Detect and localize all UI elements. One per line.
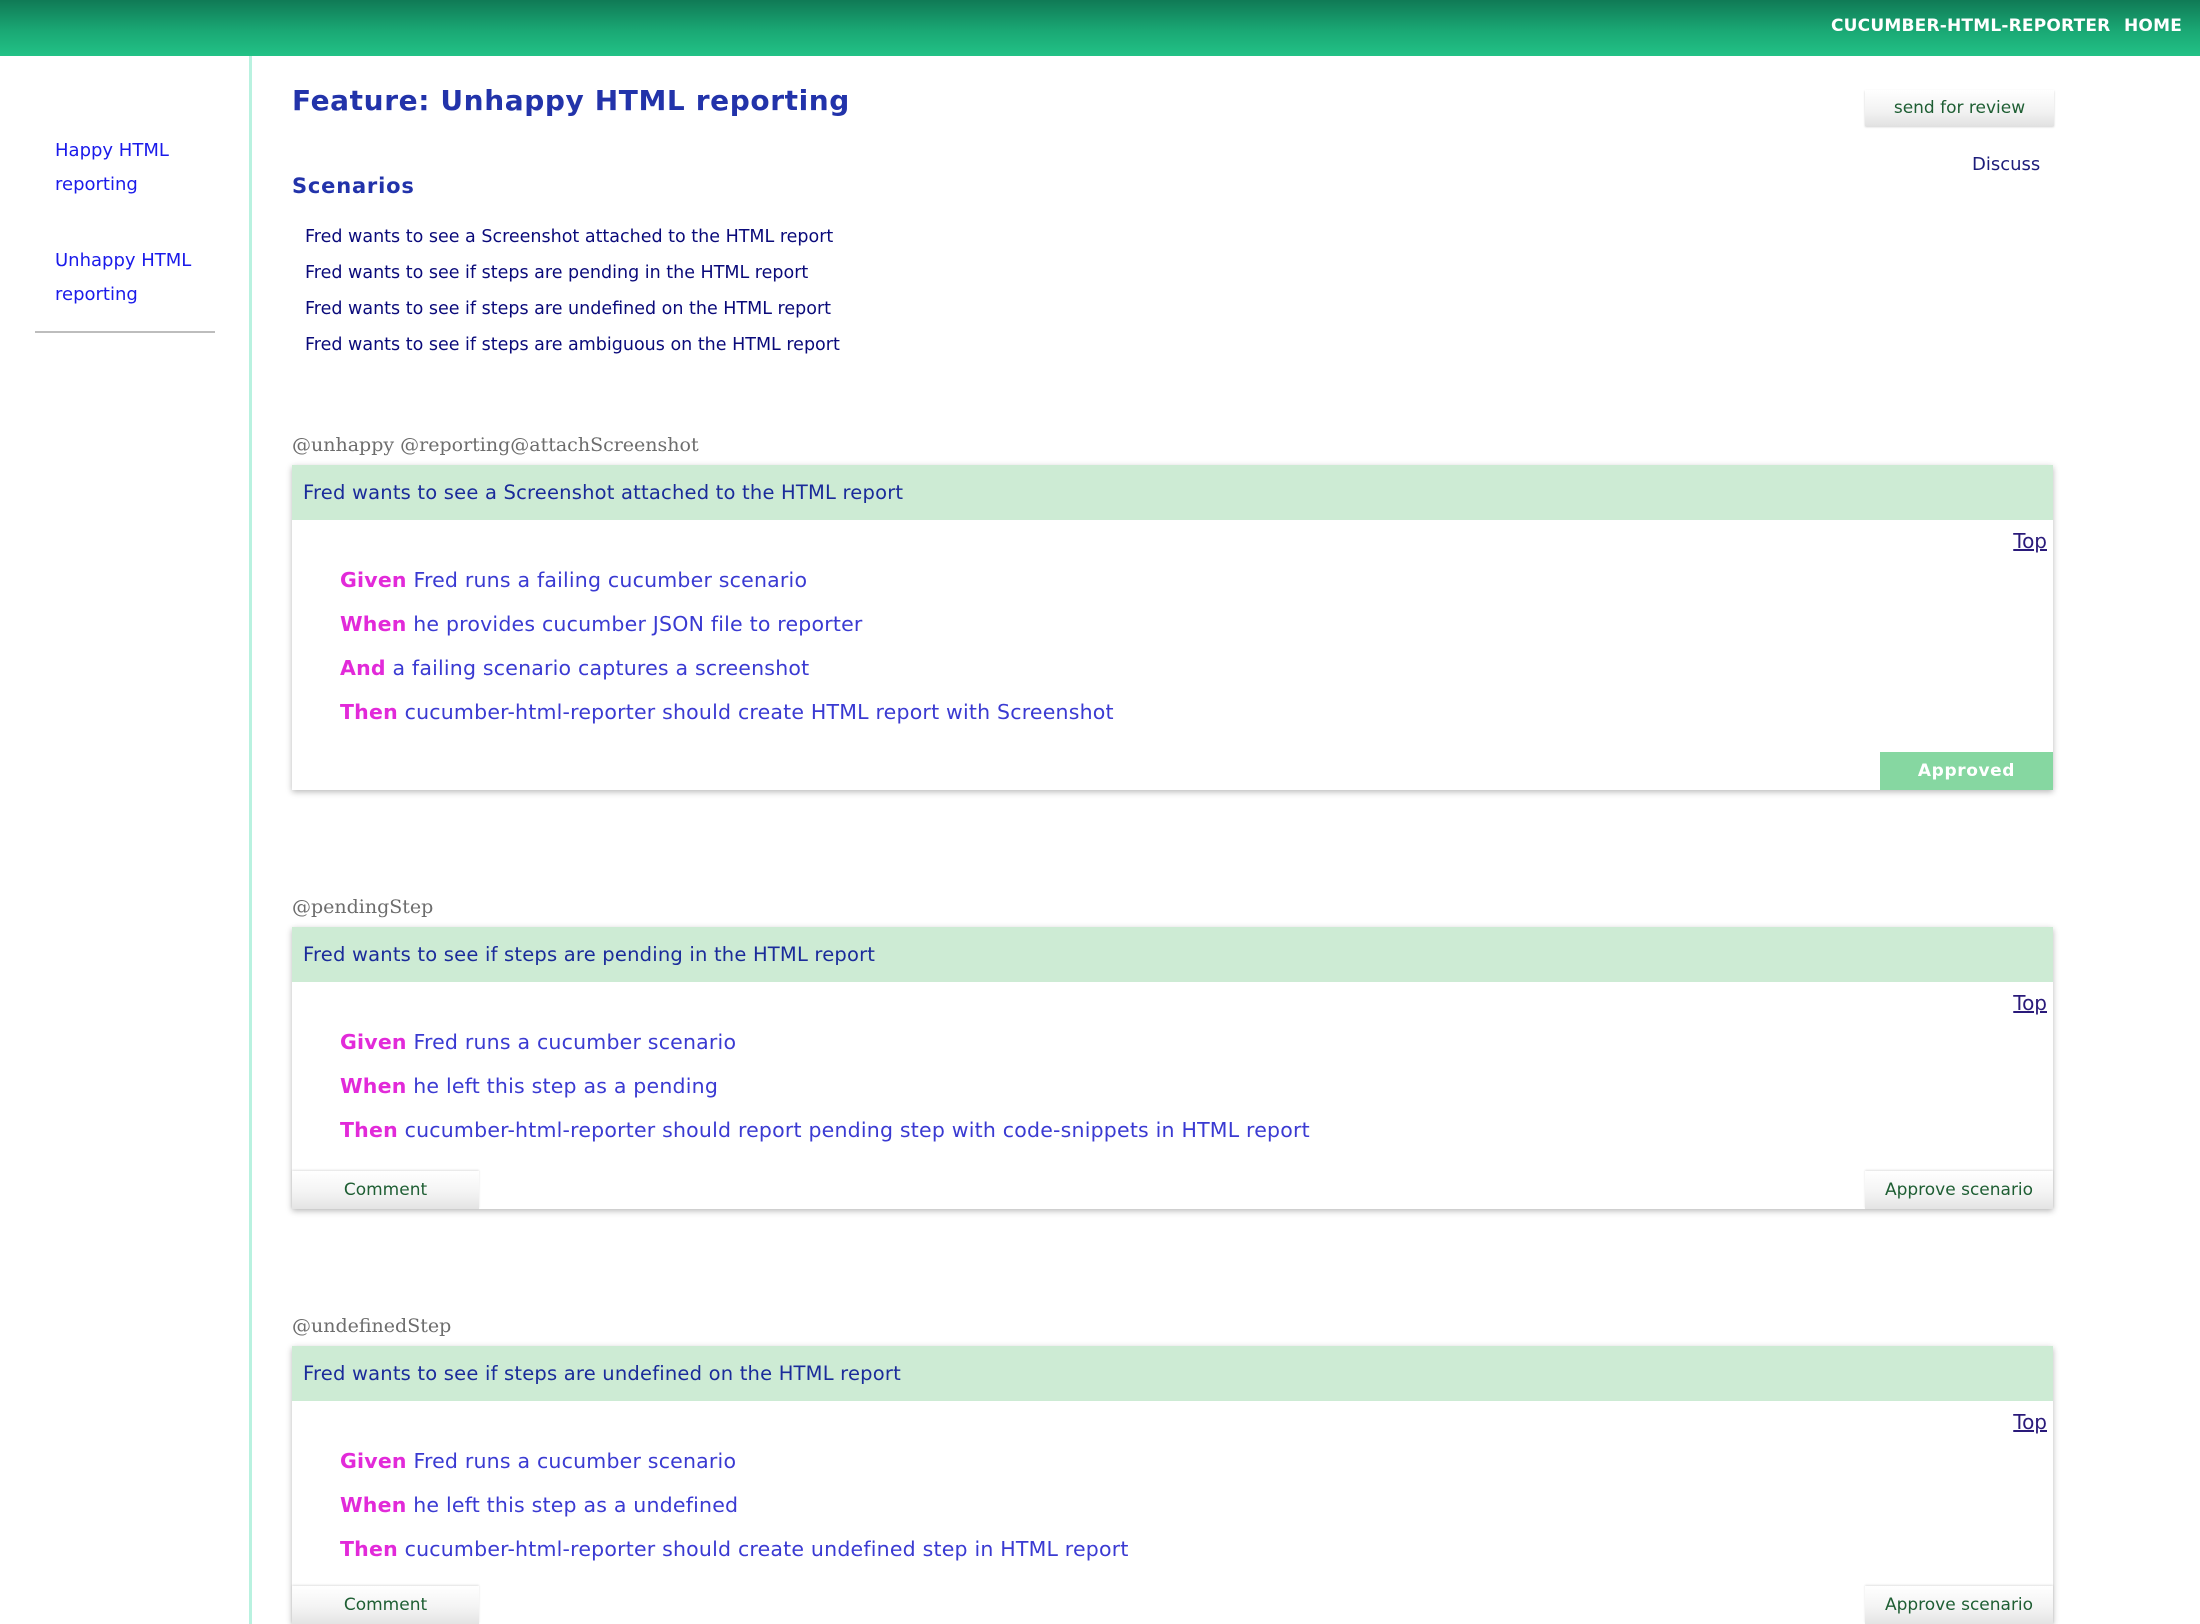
step: Then cucumber-html-reporter should creat… — [340, 697, 1114, 741]
list-item: Fred wants to see a Screenshot attached … — [305, 222, 840, 258]
step-text: cucumber-html-reporter should report pen… — [404, 1118, 1310, 1142]
step: Then cucumber-html-reporter should creat… — [340, 1534, 1129, 1578]
step: Given Fred runs a cucumber scenario — [340, 1446, 1129, 1490]
scenario-tags: @pendingStep — [292, 896, 434, 918]
scenario-title: Fred wants to see if steps are undefined… — [292, 1346, 2053, 1401]
sidebar: Happy HTML reporting Unhappy HTML report… — [0, 56, 252, 1624]
approve-scenario-button[interactable]: Approve scenario — [1865, 1586, 2053, 1624]
step: And a failing scenario captures a screen… — [340, 653, 1114, 697]
step-keyword: Then — [340, 1537, 398, 1561]
step-list: Given Fred runs a failing cucumber scena… — [340, 565, 1114, 741]
scenario-link[interactable]: Fred wants to see if steps are ambiguous… — [305, 335, 840, 355]
step-text: he left this step as a undefined — [413, 1493, 739, 1517]
step-text: Fred runs a cucumber scenario — [413, 1030, 737, 1054]
step: Then cucumber-html-reporter should repor… — [340, 1115, 1310, 1159]
step-text: cucumber-html-reporter should create und… — [404, 1537, 1129, 1561]
sidebar-divider — [35, 331, 215, 333]
comment-button[interactable]: Comment — [292, 1171, 479, 1209]
top-link[interactable]: Top — [2013, 991, 2047, 1015]
step-text: Fred runs a cucumber scenario — [413, 1449, 737, 1473]
scenario-title: Fred wants to see a Screenshot attached … — [292, 465, 2053, 520]
step-text: he left this step as a pending — [413, 1074, 719, 1098]
scenario-link[interactable]: Fred wants to see if steps are undefined… — [305, 299, 831, 319]
step-keyword: Then — [340, 1118, 398, 1142]
scenario-card: Fred wants to see if steps are pending i… — [292, 927, 2053, 1209]
step: Given Fred runs a cucumber scenario — [340, 1027, 1310, 1071]
scenario-link[interactable]: Fred wants to see a Screenshot attached … — [305, 227, 833, 247]
approve-scenario-button[interactable]: Approve scenario — [1865, 1171, 2053, 1209]
step: Given Fred runs a failing cucumber scena… — [340, 565, 1114, 609]
step-keyword: Given — [340, 1449, 407, 1473]
step-text: cucumber-html-reporter should create HTM… — [404, 700, 1114, 724]
step-keyword: And — [340, 656, 386, 680]
approved-status-badge: Approved — [1880, 752, 2053, 790]
step-text: he provides cucumber JSON file to report… — [413, 612, 863, 636]
sidebar-item-unhappy-html-reporting[interactable]: Unhappy HTML reporting — [55, 244, 205, 312]
step-list: Given Fred runs a cucumber scenario When… — [340, 1027, 1310, 1159]
list-item: Fred wants to see if steps are undefined… — [305, 294, 840, 330]
step: When he left this step as a pending — [340, 1071, 1310, 1115]
step-keyword: Then — [340, 700, 398, 724]
step-text: a failing scenario captures a screenshot — [392, 656, 810, 680]
scenario-card: Fred wants to see if steps are undefined… — [292, 1346, 2053, 1624]
step-list: Given Fred runs a cucumber scenario When… — [340, 1446, 1129, 1578]
top-link[interactable]: Top — [2013, 529, 2047, 553]
send-for-review-button[interactable]: send for review — [1865, 90, 2054, 126]
list-item: Fred wants to see if steps are ambiguous… — [305, 330, 840, 366]
scenario-card: Fred wants to see a Screenshot attached … — [292, 465, 2053, 790]
scenario-link[interactable]: Fred wants to see if steps are pending i… — [305, 263, 808, 283]
scenario-title: Fred wants to see if steps are pending i… — [292, 927, 2053, 982]
step-keyword: When — [340, 1493, 407, 1517]
scenarios-heading: Scenarios — [292, 174, 415, 198]
scenario-tags: @undefinedStep — [292, 1315, 452, 1337]
step: When he left this step as a undefined — [340, 1490, 1129, 1534]
feature-title: Feature: Unhappy HTML reporting — [292, 84, 850, 117]
list-item: Fred wants to see if steps are pending i… — [305, 258, 840, 294]
top-navbar: CUCUMBER-HTML-REPORTER HOME — [0, 0, 2200, 56]
step-keyword: Given — [340, 1030, 407, 1054]
top-link[interactable]: Top — [2013, 1410, 2047, 1434]
step-keyword: When — [340, 1074, 407, 1098]
step: When he provides cucumber JSON file to r… — [340, 609, 1114, 653]
sidebar-item-happy-html-reporting[interactable]: Happy HTML reporting — [55, 134, 205, 202]
step-text: Fred runs a failing cucumber scenario — [413, 568, 808, 592]
discuss-link[interactable]: Discuss — [1972, 154, 2040, 175]
nav-link-cucumber-html-reporter[interactable]: CUCUMBER-HTML-REPORTER — [1831, 0, 2110, 56]
nav-link-home[interactable]: HOME — [2124, 0, 2182, 56]
step-keyword: When — [340, 612, 407, 636]
scenario-tags: @unhappy @reporting@attachScreenshot — [292, 434, 699, 456]
scenario-link-list: Fred wants to see a Screenshot attached … — [305, 222, 840, 366]
comment-button[interactable]: Comment — [292, 1586, 479, 1624]
step-keyword: Given — [340, 568, 407, 592]
